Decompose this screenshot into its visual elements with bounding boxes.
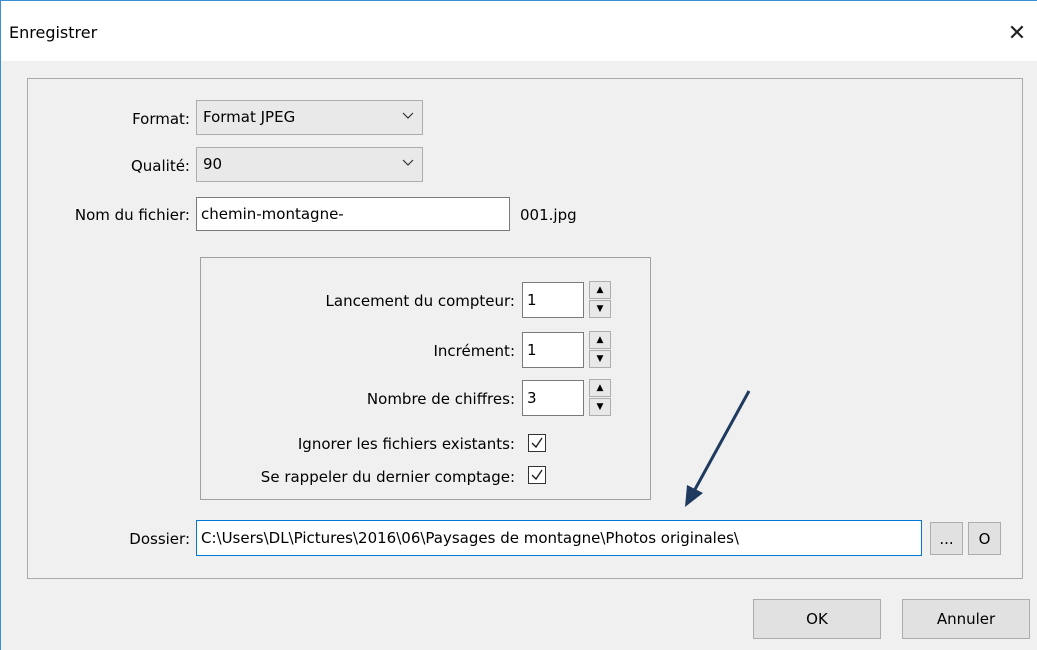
remember-count-label: Se rappeler du dernier comptage: [260, 468, 515, 486]
close-icon: ✕ [1007, 20, 1027, 46]
close-button[interactable]: ✕ [997, 11, 1037, 55]
title-bar: Enregistrer ✕ [1, 1, 1037, 61]
filename-input[interactable]: chemin-montagne- [196, 197, 510, 231]
digits-label: Nombre de chiffres: [366, 390, 515, 408]
ok-button[interactable]: OK [753, 599, 881, 639]
digits-spinner: ▲ ▼ [589, 379, 611, 417]
counter-start-spinner: ▲ ▼ [589, 281, 611, 319]
dialog-title: Enregistrer [9, 23, 98, 42]
spin-down-icon[interactable]: ▼ [589, 398, 611, 416]
ignore-existing-checkbox[interactable] [528, 434, 546, 452]
checkmark-icon [531, 469, 543, 481]
increment-label: Incrément: [433, 342, 515, 360]
format-label: Format: [132, 110, 190, 128]
counter-start-label: Lancement du compteur: [325, 292, 515, 310]
remember-count-checkbox[interactable] [528, 466, 546, 484]
ignore-existing-label: Ignorer les fichiers existants: [297, 435, 515, 453]
spin-down-icon[interactable]: ▼ [589, 350, 611, 368]
counter-group: Lancement du compteur: 1 ▲ ▼ Incrément: … [200, 257, 651, 500]
spin-up-icon[interactable]: ▲ [589, 331, 611, 349]
increment-spinner: ▲ ▼ [589, 331, 611, 369]
quality-select[interactable]: 90 [196, 147, 423, 182]
quality-label: Qualité: [130, 157, 190, 175]
chevron-down-icon [402, 159, 414, 166]
filename-label: Nom du fichier: [74, 206, 190, 224]
save-dialog: Enregistrer ✕ Format: Format JPEG Qualit… [0, 0, 1037, 650]
folder-input[interactable]: C:\Users\DL\Pictures\2016\06\Paysages de… [196, 520, 922, 556]
digits-input[interactable]: 3 [522, 380, 584, 416]
quality-value: 90 [203, 155, 223, 173]
format-select[interactable]: Format JPEG [196, 100, 423, 135]
filename-suffix: 001.jpg [520, 206, 577, 224]
settings-group: Format: Format JPEG Qualité: 90 Nom du f… [27, 78, 1023, 579]
cancel-button[interactable]: Annuler [902, 599, 1030, 639]
annotation-arrow [685, 390, 751, 507]
spin-up-icon[interactable]: ▲ [589, 379, 611, 397]
format-value: Format JPEG [203, 108, 296, 126]
spin-up-icon[interactable]: ▲ [589, 281, 611, 299]
increment-input[interactable]: 1 [522, 332, 584, 368]
chevron-down-icon [402, 112, 414, 119]
browse-button[interactable]: ... [930, 522, 963, 555]
checkmark-icon [531, 437, 543, 449]
counter-start-input[interactable]: 1 [522, 282, 584, 318]
folder-label: Dossier: [129, 530, 190, 548]
spin-down-icon[interactable]: ▼ [589, 300, 611, 318]
open-folder-button[interactable]: O [968, 522, 1001, 555]
